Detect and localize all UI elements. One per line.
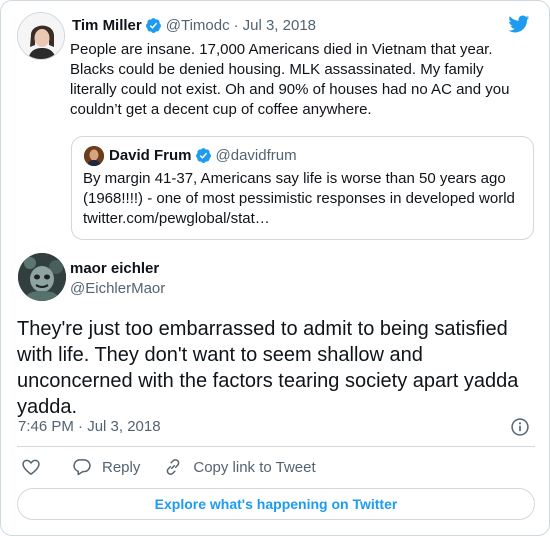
tweet-text: They're just too embarrassed to admit to…: [17, 318, 519, 418]
twitter-bird-icon[interactable]: [506, 13, 531, 35]
maor-eichler-avatar[interactable]: [18, 253, 66, 301]
heart-icon: [22, 459, 40, 475]
nested-author-name[interactable]: David Frum: [109, 147, 192, 164]
nested-author-handle[interactable]: @davidfrum: [216, 147, 297, 164]
tweet-timestamp[interactable]: 7:46 PM · Jul 3, 2018: [18, 418, 161, 435]
header-separator: ·: [233, 17, 239, 34]
copy-link-label: Copy link to Tweet: [193, 458, 316, 476]
reply-button[interactable]: Reply: [72, 457, 140, 477]
divider: [17, 446, 535, 447]
reply-label: Reply: [102, 458, 141, 476]
link-icon: [167, 459, 180, 475]
tim-miller-avatar[interactable]: [17, 12, 65, 60]
tweet-author-name[interactable]: maor eichler: [70, 260, 159, 277]
quoted-tweet-text: People are insane. 17,000 Americans died…: [70, 41, 510, 118]
verified-badge-icon: [195, 148, 211, 163]
nested-quote-header: David Frum @davidfrum: [109, 147, 297, 164]
tweet-actions: Reply Copy link to Tweet: [21, 457, 316, 477]
explore-button[interactable]: Explore what's happening on Twitter: [17, 488, 535, 520]
copy-link-button[interactable]: Copy link to Tweet: [163, 457, 316, 477]
nested-quote-text: By margin 41-37, Americans say life is w…: [83, 170, 515, 227]
quoted-author-name[interactable]: Tim Miller: [72, 17, 142, 34]
like-button[interactable]: [21, 457, 41, 477]
david-frum-avatar[interactable]: [84, 146, 104, 166]
tweet-embed-card: Tim Miller @Timodc · Jul 3, 2018 People …: [0, 0, 550, 536]
verified-badge-icon: [145, 18, 161, 33]
nested-quote-card[interactable]: David Frum @davidfrum By margin 41-37, A…: [71, 136, 534, 240]
tweet-author-handle[interactable]: @EichlerMaor: [70, 280, 165, 297]
quoted-author-handle[interactable]: @Timodc: [166, 17, 230, 34]
quoted-tweet-header: Tim Miller @Timodc · Jul 3, 2018: [72, 17, 316, 34]
reply-icon: [73, 459, 91, 476]
info-icon[interactable]: [510, 417, 530, 437]
quoted-tweet-date[interactable]: Jul 3, 2018: [243, 17, 316, 34]
